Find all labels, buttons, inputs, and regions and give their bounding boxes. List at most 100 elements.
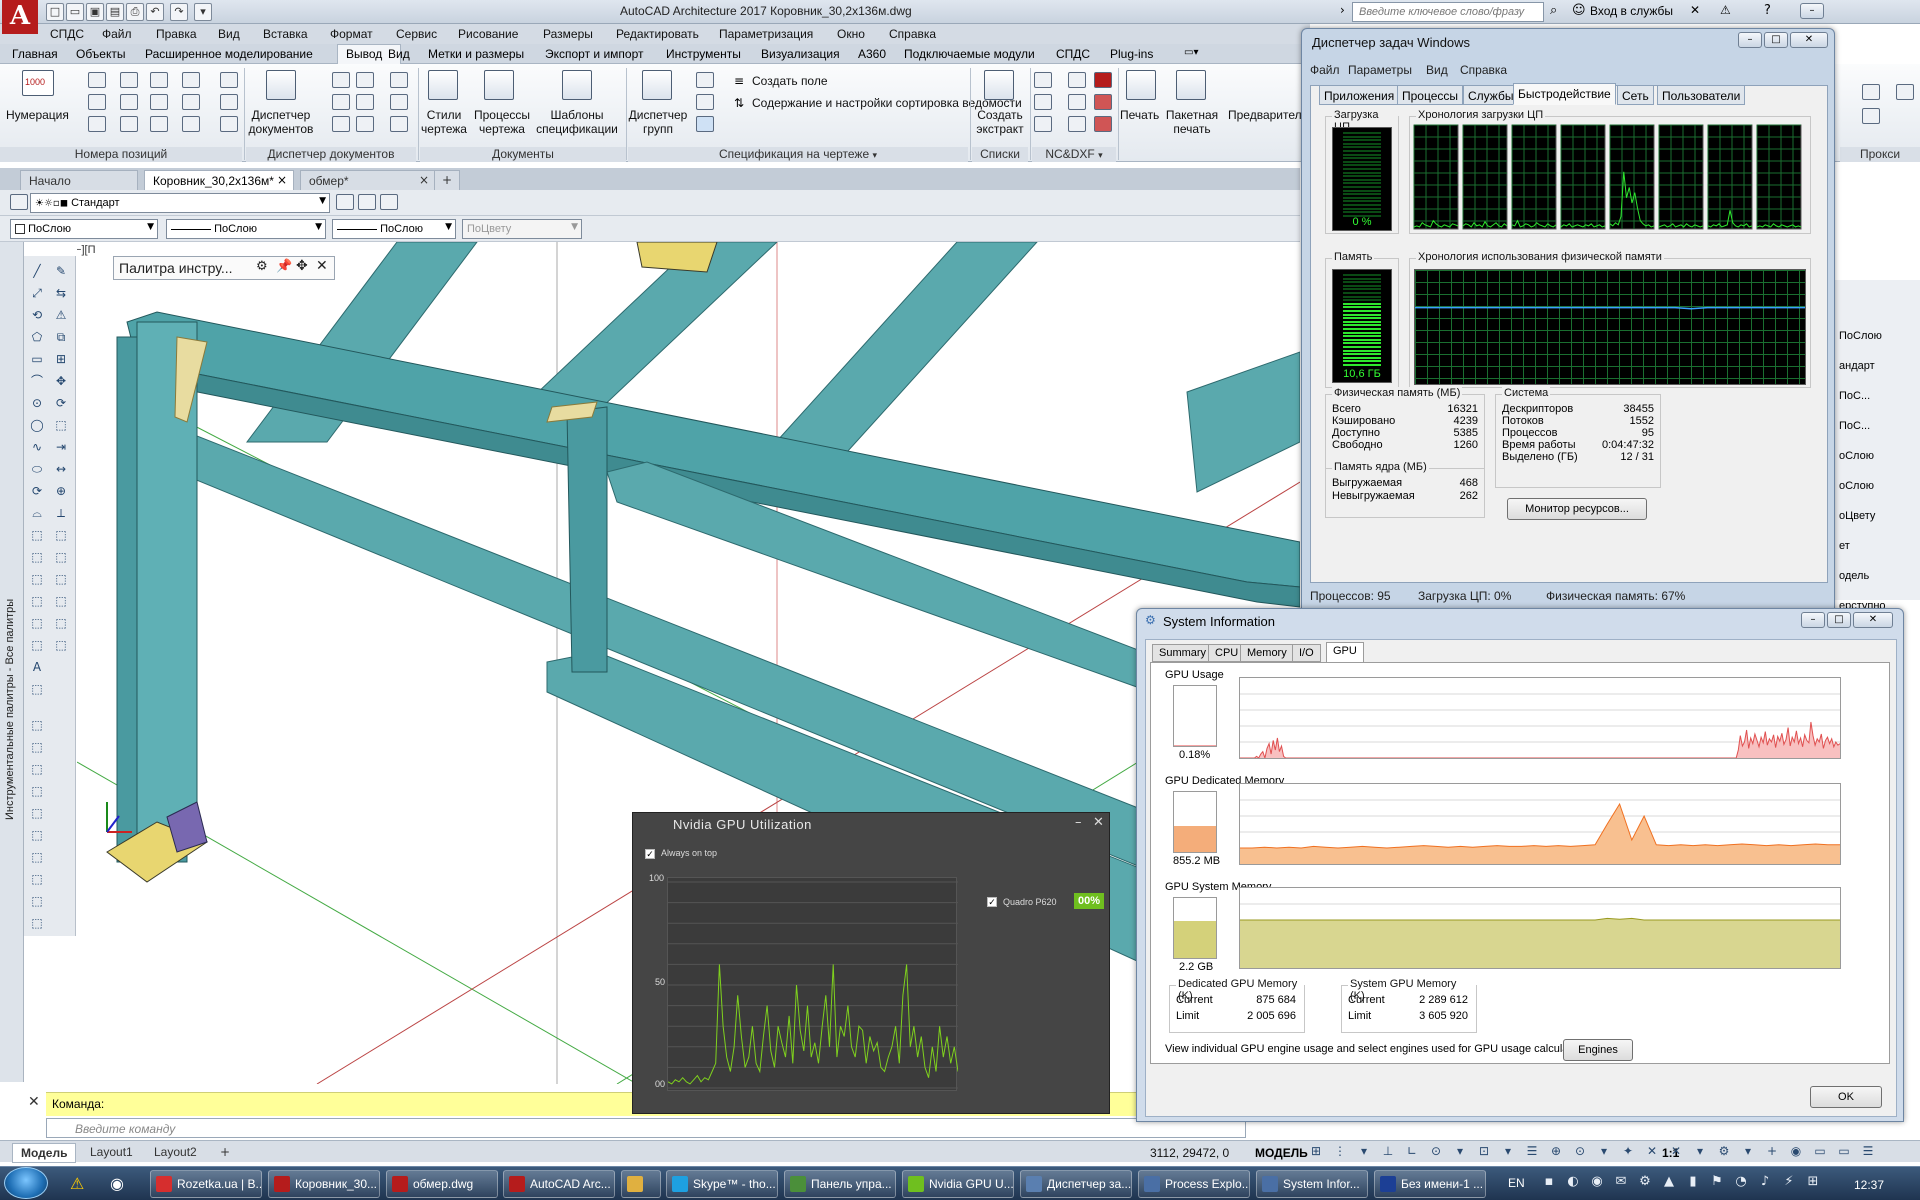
taskbar-button[interactable]: Панель упра...	[784, 1170, 896, 1198]
spec-tool-icon[interactable]	[696, 116, 714, 132]
taskbar-button[interactable]: Process Explo...	[1138, 1170, 1250, 1198]
menu-item[interactable]: Вид	[218, 27, 240, 41]
style-combo[interactable]: ☀☼▫◼ Стандарт ▼	[30, 193, 330, 213]
numbering-icon[interactable]: 1000	[22, 70, 54, 96]
status-toggle-icon[interactable]: ▾	[1450, 1144, 1470, 1162]
menu-item[interactable]: Параметры	[1348, 63, 1412, 77]
close-button[interactable]: ✕	[1853, 612, 1893, 628]
layer-color-combo[interactable]: ПоСлою ▼	[10, 219, 158, 239]
tab-tools[interactable]: Инструменты	[666, 47, 741, 61]
plotstyle-combo[interactable]: ПоЦвету ▼	[462, 219, 582, 239]
docmgr-tool-icon[interactable]	[356, 94, 374, 110]
modify-tool-icon[interactable]: ⬚	[52, 526, 70, 544]
tab-plug-ins[interactable]: Plug-ins	[1110, 47, 1153, 61]
binoculars-icon[interactable]: ⌕	[1550, 3, 1557, 18]
coordinates-readout[interactable]: 3112, 29472, 0	[1150, 1146, 1229, 1160]
nc-tool-icon[interactable]	[1094, 116, 1112, 132]
position-tool-icon[interactable]	[150, 116, 168, 132]
command-input[interactable]: Введите команду	[46, 1118, 1246, 1138]
language-indicator[interactable]: EN	[1508, 1176, 1525, 1190]
draw-tool-icon[interactable]: ⬚	[28, 614, 46, 632]
status-toggle-icon[interactable]: ∟	[1402, 1144, 1422, 1162]
draw-tool-icon[interactable]: ▭	[28, 350, 46, 368]
close-icon[interactable]: ✕	[316, 258, 328, 274]
tab-spds[interactable]: СПДС	[1056, 47, 1090, 61]
tray-icon[interactable]: ◐	[1564, 1174, 1582, 1192]
draw-tool-icon[interactable]: ⬠	[28, 328, 46, 346]
draw-tool-icon[interactable]: ⬚	[28, 526, 46, 544]
docmgr-tool-icon[interactable]	[390, 72, 408, 88]
modify-tool-icon[interactable]: ⊞	[52, 350, 70, 368]
exchange-icon[interactable]: ✕	[1690, 3, 1700, 17]
tab-view[interactable]: Вид	[388, 47, 410, 61]
tab-memory[interactable]: Memory	[1240, 644, 1294, 662]
position-tool-icon[interactable]	[120, 116, 138, 132]
palette-tool-icon[interactable]: ⬚	[28, 826, 46, 844]
move-icon[interactable]: ✥	[296, 258, 308, 274]
status-toggle-icon[interactable]: ⊥	[1378, 1144, 1398, 1162]
nc-tool-icon[interactable]	[1034, 72, 1052, 88]
tab-advanced-modeling[interactable]: Расширенное моделирование	[145, 47, 313, 61]
taskbar-button[interactable]: AutoCAD Arc...	[503, 1170, 615, 1198]
draw-tool-icon[interactable]: ◯	[28, 416, 46, 434]
docmgr-tool-icon[interactable]	[332, 72, 350, 88]
tab-output[interactable]: Вывод	[346, 47, 382, 61]
ok-button[interactable]: OK	[1810, 1086, 1882, 1108]
a360-icon[interactable]: ⚠	[1720, 3, 1731, 17]
nc-tool-icon[interactable]	[1034, 94, 1052, 110]
tab-applications[interactable]: Приложения	[1319, 85, 1400, 105]
doc-manager-button[interactable]: Диспетчер документов	[248, 108, 314, 136]
extract-icon[interactable]	[984, 70, 1014, 100]
status-toggle-icon[interactable]: ✕	[1666, 1144, 1686, 1162]
menu-item[interactable]: Сервис	[396, 27, 437, 41]
position-tool-icon[interactable]	[150, 94, 168, 110]
modify-tool-icon[interactable]: ⊕	[52, 482, 70, 500]
doc-tab-obmer[interactable]: обмер* ×	[300, 170, 436, 190]
signin-link[interactable]: Вход в службы	[1590, 4, 1673, 18]
taskbar-button[interactable]: System Infor...	[1256, 1170, 1368, 1198]
menu-item[interactable]: Файл	[102, 27, 132, 41]
spec-tool-icon[interactable]	[696, 94, 714, 110]
menu-item[interactable]: Параметризация	[719, 27, 813, 41]
modify-tool-icon[interactable]: ✥	[52, 372, 70, 390]
draw-tool-icon[interactable]: ╱	[28, 262, 46, 280]
close-button[interactable]: ✕	[1790, 32, 1828, 48]
print-button[interactable]: Печать	[1120, 108, 1159, 122]
position-tool-icon[interactable]	[182, 94, 200, 110]
proxy-tool-icon[interactable]	[1896, 84, 1914, 100]
doc-tab-start[interactable]: Начало	[20, 170, 138, 190]
viewport-label[interactable]: [−][П	[77, 244, 96, 256]
modify-tool-icon[interactable]: ⬚	[52, 636, 70, 654]
tab-import-export[interactable]: Экспорт и импорт	[545, 47, 644, 61]
status-toggle-icon[interactable]: ⊡	[1474, 1144, 1494, 1162]
modify-tool-icon[interactable]: ⚠	[52, 306, 70, 324]
model-space-toggle[interactable]: МОДЕЛЬ	[1255, 1146, 1308, 1160]
status-toggle-icon[interactable]: ✦	[1618, 1144, 1638, 1162]
position-tool-icon[interactable]	[220, 72, 238, 88]
tray-icon[interactable]: ⊞	[1804, 1174, 1822, 1192]
doc-manager-icon[interactable]	[266, 70, 296, 100]
palette-tool-icon[interactable]: ⬚	[28, 870, 46, 888]
start-button[interactable]	[4, 1167, 48, 1199]
status-toggle-icon[interactable]: +	[1762, 1144, 1782, 1162]
taskbar-button[interactable]: Без имени-1 ...	[1374, 1170, 1486, 1198]
draw-tool-icon[interactable]: ⟲	[28, 306, 46, 324]
tab-processes[interactable]: Процессы	[1397, 85, 1464, 105]
nc-tool-icon[interactable]	[1034, 116, 1052, 132]
draw-tool-icon[interactable]: ⊙	[28, 394, 46, 412]
position-tool-icon[interactable]	[182, 116, 200, 132]
proxy-tool-icon[interactable]	[1862, 84, 1880, 100]
tray-clock[interactable]: 12:37	[1854, 1178, 1884, 1192]
menu-item[interactable]: Файл	[1310, 63, 1340, 77]
status-toggle-icon[interactable]: ⊙	[1570, 1144, 1590, 1162]
menu-item[interactable]: Формат	[330, 27, 373, 41]
tab-summary[interactable]: Summary	[1152, 644, 1214, 662]
menu-item[interactable]: Правка	[156, 27, 197, 41]
tab-io[interactable]: I/O	[1292, 644, 1321, 662]
open-icon[interactable]: ▭	[66, 3, 84, 21]
tray-icon[interactable]: ⚡	[1780, 1174, 1798, 1192]
position-tool-icon[interactable]	[220, 116, 238, 132]
position-tool-icon[interactable]	[88, 72, 106, 88]
status-toggle-icon[interactable]: ▭	[1834, 1144, 1854, 1162]
status-toggle-icon[interactable]: ⊞	[1306, 1144, 1326, 1162]
